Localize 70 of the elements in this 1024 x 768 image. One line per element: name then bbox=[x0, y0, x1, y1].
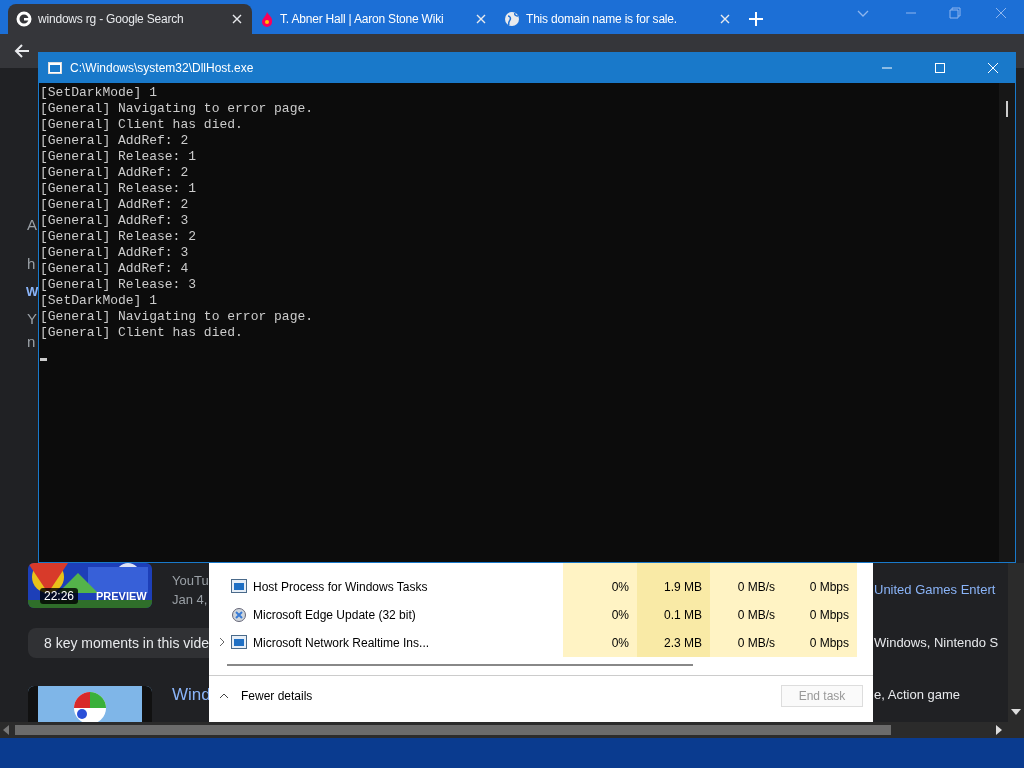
installer-icon bbox=[231, 605, 247, 622]
close-icon[interactable] bbox=[230, 12, 244, 26]
maximize-icon[interactable] bbox=[934, 63, 945, 73]
window-title: C:\Windows\system32\DllHost.exe bbox=[70, 61, 254, 75]
process-name: Host Process for Windows Tasks bbox=[253, 580, 429, 594]
network-value: 0 Mbps bbox=[809, 636, 849, 650]
result-text: h bbox=[27, 255, 36, 272]
video-source: YouTu bbox=[172, 573, 209, 588]
network-value: 0 Mbps bbox=[809, 608, 849, 622]
back-icon[interactable] bbox=[14, 43, 30, 59]
disk-value: 0 MB/s bbox=[737, 636, 775, 650]
key-moments-bar[interactable]: 8 key moments in this vide bbox=[28, 628, 209, 658]
console-line: [General] Client has died. bbox=[40, 325, 243, 341]
browser-tab[interactable]: T. Abner Hall | Aaron Stone Wiki bbox=[252, 4, 496, 34]
scroll-left-icon[interactable] bbox=[2, 725, 10, 735]
console-line: [General] AddRef: 3 bbox=[40, 213, 189, 229]
text-cursor bbox=[40, 358, 47, 361]
console-line: [SetDarkMode] 1 bbox=[40, 85, 158, 101]
window-icon bbox=[231, 578, 247, 593]
scroll-down-icon[interactable] bbox=[1011, 708, 1021, 716]
scrollbar[interactable] bbox=[1008, 563, 1024, 722]
console-icon bbox=[48, 62, 62, 74]
globe-icon bbox=[504, 11, 520, 27]
console-line: [General] Release: 3 bbox=[40, 277, 197, 293]
scrollbar-thumb[interactable] bbox=[227, 664, 693, 666]
memory-value: 2.3 MB bbox=[664, 636, 702, 650]
console-line: [General] Client has died. bbox=[40, 117, 243, 133]
result-text: Y bbox=[27, 310, 37, 327]
duration-badge: 22:26 bbox=[40, 588, 79, 604]
result-text: A bbox=[27, 216, 37, 233]
console-line: [General] Navigating to error page. bbox=[40, 309, 314, 325]
chevron-icon bbox=[219, 693, 229, 699]
browser-tab[interactable]: windows rg - Google Search bbox=[8, 4, 252, 34]
scroll-right-icon[interactable] bbox=[995, 725, 1003, 735]
scrollbar[interactable] bbox=[0, 722, 1024, 738]
video-tags: Windows, Nintendo S bbox=[874, 635, 999, 650]
cpu-value: 0% bbox=[611, 636, 629, 650]
console-line: [General] Release: 1 bbox=[40, 181, 197, 197]
console-line: [General] AddRef: 4 bbox=[40, 261, 189, 277]
browser-tab[interactable]: This domain name is for sale. bbox=[496, 4, 740, 34]
flame-icon bbox=[260, 11, 274, 27]
process-name: Microsoft Network Realtime Ins... bbox=[253, 636, 431, 650]
scrollbar[interactable] bbox=[999, 83, 1015, 562]
fewer-details-button[interactable]: Fewer details bbox=[219, 689, 313, 703]
console-line: [General] AddRef: 3 bbox=[40, 245, 189, 261]
chevron-icon[interactable] bbox=[218, 637, 226, 647]
disk-value: 0 MB/s bbox=[737, 580, 775, 594]
channel-link[interactable]: United Games Entert bbox=[874, 582, 996, 597]
video-date: Jan 4, bbox=[172, 592, 208, 607]
console-line: [General] AddRef: 2 bbox=[40, 133, 189, 149]
result-text: n bbox=[27, 333, 36, 350]
cpu-value: 0% bbox=[611, 580, 629, 594]
window-icon bbox=[231, 634, 247, 649]
new-tab-icon[interactable] bbox=[748, 11, 764, 27]
video-tags: e, Action game bbox=[874, 687, 960, 702]
console-line: [General] AddRef: 2 bbox=[40, 197, 189, 213]
console-line: [General] Navigating to error page. bbox=[40, 101, 314, 117]
memory-value: 0.1 MB bbox=[664, 608, 702, 622]
preview-label: PREVIEW bbox=[96, 590, 147, 602]
result-link[interactable]: W bbox=[26, 284, 39, 299]
cpu-value: 0% bbox=[611, 608, 629, 622]
google-icon bbox=[16, 11, 32, 27]
memory-value: 1.9 MB bbox=[664, 580, 702, 594]
console-line: [General] AddRef: 2 bbox=[40, 165, 189, 181]
console-line: [General] Release: 1 bbox=[40, 149, 197, 165]
console-line: [General] Release: 2 bbox=[40, 229, 197, 245]
disk-value: 0 MB/s bbox=[737, 608, 775, 622]
console-line: [SetDarkMode] 1 bbox=[40, 293, 158, 309]
network-value: 0 Mbps bbox=[809, 580, 849, 594]
process-name: Microsoft Edge Update (32 bit) bbox=[253, 608, 417, 622]
